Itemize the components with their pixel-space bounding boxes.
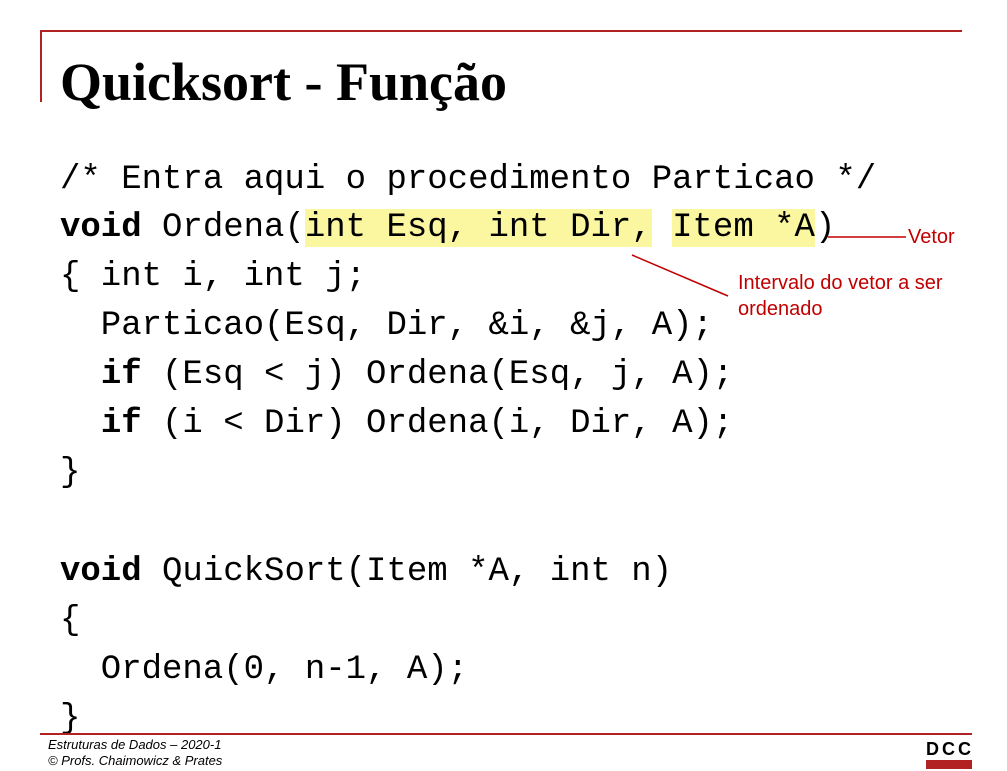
annotation-interval-line1: Intervalo do vetor a ser — [738, 272, 943, 294]
footer-divider — [40, 733, 972, 735]
annotation-interval-line2: ordenado — [738, 298, 823, 320]
footer-course: Estruturas de Dados – 2020-1 — [48, 737, 222, 752]
annotation-vetor: Vetor — [908, 226, 955, 248]
interval-leader-line — [631, 254, 729, 297]
footer-credits: © Profs. Chaimowicz & Prates — [48, 753, 223, 768]
annotation-lines — [631, 236, 906, 297]
dcc-logo-bar — [926, 760, 972, 769]
dcc-logo-text: DCC — [926, 739, 974, 759]
